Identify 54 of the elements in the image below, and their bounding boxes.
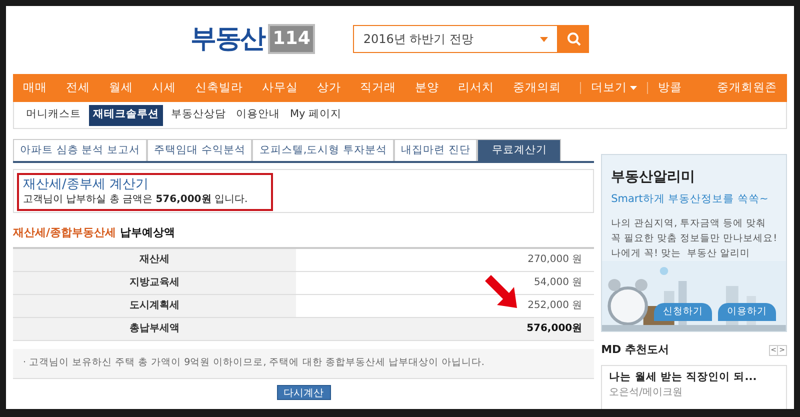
subnav-item[interactable]: 부동산상담 xyxy=(169,104,228,126)
row-label: 도시계획세 xyxy=(13,294,296,316)
book-author: 오은석/메이크원 xyxy=(609,386,684,400)
nav-item[interactable]: 방콜 xyxy=(658,79,682,97)
dropdown-icon xyxy=(540,36,548,42)
notice-text: · 고객님이 보유하신 주택 총 가액이 9억원 이하이므로, 주택에 대한 종합부동산세 납부대상이 아닙니다. xyxy=(13,348,594,378)
row-label: 지방교육세 xyxy=(13,272,296,294)
nav-item[interactable]: 직거래 xyxy=(360,79,396,97)
nav-item[interactable]: 분양 xyxy=(415,79,439,97)
row-value: 576,000원 xyxy=(526,322,582,336)
nav-item[interactable]: 시세 xyxy=(152,79,176,97)
nav-item[interactable]: 전세 xyxy=(66,79,90,97)
total-message: 고객님이 납부하실 총 금액은 576,000원 입니다. xyxy=(23,193,249,207)
section-title-highlight: 재산세/종합부동산세 xyxy=(13,225,116,241)
subnav-item[interactable]: 재테크솔루션 xyxy=(89,104,163,126)
row-value: 270,000 원 xyxy=(528,253,582,267)
tab[interactable]: 무료계산기 xyxy=(477,139,562,161)
calculator-title: 재산세/종부세 계산기 xyxy=(23,177,150,193)
nav-item[interactable]: 더보기 xyxy=(591,79,637,97)
nav-item[interactable]: 상가 xyxy=(317,79,341,97)
ad-subtitle: Smart하게 부동산정보를 쏙쏙~ xyxy=(611,192,770,207)
recalculate-button[interactable]: 다시계산 xyxy=(276,384,331,400)
ad-button[interactable]: 신청하기 xyxy=(654,303,712,321)
subnav-item[interactable]: 이용안내 xyxy=(234,104,282,126)
section-title: 납부예상액 xyxy=(120,225,176,241)
tab[interactable]: 내집마련 진단 xyxy=(394,139,478,161)
logo-badge[interactable]: 114 xyxy=(268,24,316,54)
nav-item[interactable]: 중개회원존 xyxy=(717,79,777,97)
nav-item[interactable]: 중개의뢰 xyxy=(513,79,561,97)
book-title[interactable]: 나는 월세 받는 직장인이 되... xyxy=(609,370,779,386)
search-field[interactable]: 2016년 하반기 전망 xyxy=(353,25,558,53)
nav-item[interactable]: 신축빌라 xyxy=(195,79,243,97)
tab[interactable]: 아파트 심층 분석 보고서 xyxy=(13,139,148,161)
row-label: 재산세 xyxy=(13,248,296,270)
nav-item[interactable]: 사무실 xyxy=(262,79,298,97)
subnav-item[interactable]: My 페이지 xyxy=(288,104,344,126)
tab[interactable]: 오피스텔,도시형 투자분석 xyxy=(252,139,394,161)
ad-text: 나의 관심지역, 투자금액 등에 맞춰 xyxy=(611,216,768,231)
notification-ad-banner[interactable]: 부동산알리미 Smart하게 부동산정보를 쏙쏙~ 나의 관심지역, 투자금액 등에 맞춰 꼭 필요한 맞춤 정보들만 만나보세요! 나에게 꼭! 맞는 부동산 알리미 신청하기 이용하기 xyxy=(601,154,787,332)
tab[interactable]: 주택임대 수익분석 xyxy=(147,139,252,161)
ad-title: 부동산알리미 xyxy=(611,168,696,187)
row-value: 252,000 원 xyxy=(528,299,582,313)
logo-text[interactable]: 부동산 xyxy=(190,20,265,58)
ad-button[interactable]: 이용하기 xyxy=(718,303,776,321)
ad-text: 나에게 꼭! 맞는 부동산 알리미 xyxy=(611,246,752,261)
search-button[interactable] xyxy=(558,25,590,53)
nav-item[interactable]: 월세 xyxy=(109,79,133,97)
row-value: 54,000 원 xyxy=(534,276,582,290)
subnav-item[interactable]: 머니캐스트 xyxy=(24,104,83,126)
nav-item[interactable]: 매매 xyxy=(23,79,47,97)
ad-text: 꼭 필요한 맞춤 정보들만 만나보세요! xyxy=(611,232,777,246)
books-title: MD 추천도서 xyxy=(601,342,670,358)
search-icon xyxy=(566,32,581,46)
nav-item[interactable]: 리서치 xyxy=(458,79,494,97)
